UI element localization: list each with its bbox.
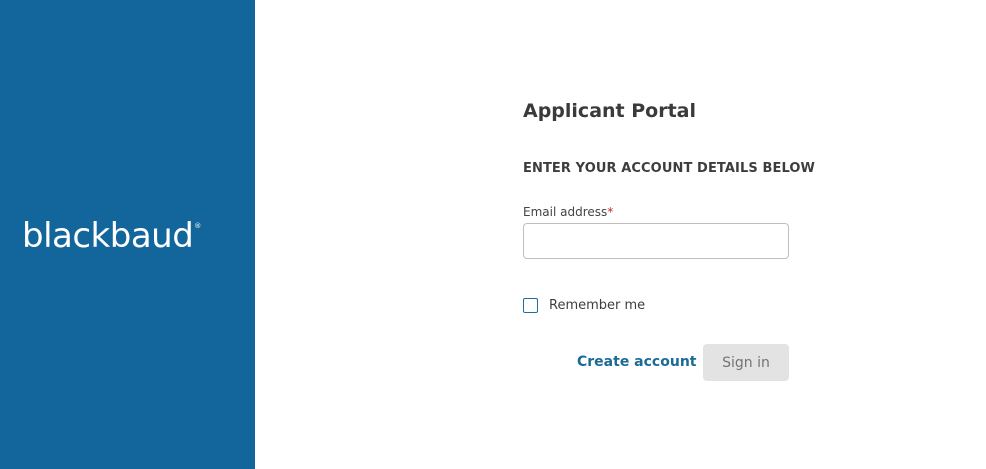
logo-text: blackbaud [22, 216, 194, 256]
blackbaud-logo: blackbaud® [22, 219, 201, 253]
remember-me-row[interactable]: Remember me [523, 298, 645, 313]
brand-panel: blackbaud® [0, 0, 255, 469]
required-marker: * [607, 205, 614, 219]
registered-mark: ® [194, 222, 201, 230]
remember-me-checkbox[interactable] [523, 298, 538, 313]
email-label: Email address* [523, 205, 613, 219]
section-heading: ENTER YOUR ACCOUNT DETAILS BELOW [523, 161, 815, 176]
email-label-text: Email address [523, 205, 608, 219]
create-account-link[interactable]: Create account [577, 354, 696, 370]
page-title: Applicant Portal [523, 100, 697, 122]
remember-me-label[interactable]: Remember me [549, 298, 645, 313]
login-page: blackbaud® Applicant Portal ENTER YOUR A… [0, 0, 986, 469]
email-field[interactable] [523, 223, 789, 259]
sign-in-button[interactable]: Sign in [703, 344, 789, 381]
